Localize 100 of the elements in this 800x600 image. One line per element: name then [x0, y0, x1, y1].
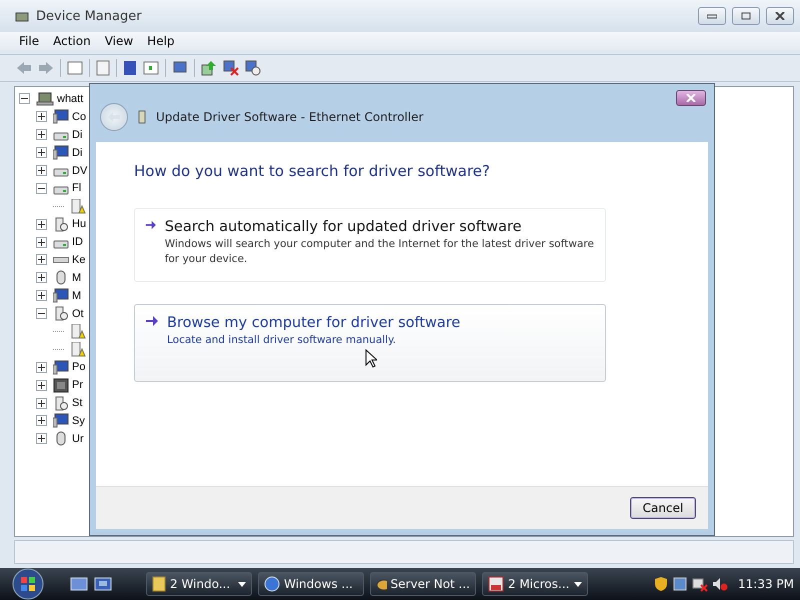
taskbar-button[interactable]: 2 Micros... — [482, 572, 588, 596]
maximize-icon — [741, 12, 751, 20]
switch-windows-icon[interactable] — [94, 576, 112, 592]
option-title: Search automatically for updated driver software — [164, 219, 523, 235]
expand-toggle[interactable] — [36, 272, 47, 284]
caret-icon — [238, 582, 246, 586]
computer-icon — [53, 360, 69, 375]
menu-item[interactable]: File — [14, 34, 44, 48]
taskbar-button[interactable]: Server Not ... — [370, 572, 476, 596]
tree-item[interactable]: Hu — [71, 218, 86, 230]
expand-toggle[interactable] — [36, 254, 47, 266]
close-button[interactable] — [676, 90, 706, 106]
computer-icon — [53, 288, 69, 304]
tree-item[interactable]: Fl — [71, 182, 82, 194]
update-driver-icon[interactable] — [201, 60, 217, 76]
expand-toggle[interactable] — [36, 236, 47, 248]
option-description: Windows will search your computer and the Internet for the latest driver software for your device. — [164, 237, 595, 267]
taskbar-button[interactable]: 2 Windo... — [146, 572, 252, 596]
expand-toggle[interactable] — [36, 362, 47, 373]
tree-item[interactable]: DV — [71, 164, 88, 176]
plus-icon — [38, 131, 45, 138]
dialog-title: Update Driver Software - Ethernet Controller — [156, 110, 424, 124]
tree-item[interactable]: Di — [71, 128, 82, 141]
tree-item[interactable]: Co — [71, 110, 86, 123]
menu-item[interactable]: View — [100, 34, 138, 48]
close-icon — [775, 12, 785, 20]
expand-toggle[interactable] — [36, 290, 47, 302]
cancel-button[interactable]: Cancel — [630, 497, 696, 519]
mouse-cursor-icon — [365, 349, 377, 368]
clock[interactable]: 11:33 PM — [738, 577, 794, 591]
chip-icon — [53, 378, 69, 393]
tree-item[interactable]: St — [71, 397, 82, 410]
warning-device-icon — [70, 198, 86, 214]
expand-toggle[interactable] — [36, 380, 47, 391]
device-icon — [53, 396, 69, 411]
plus-icon — [38, 238, 45, 246]
plus-icon — [38, 220, 45, 228]
taskbar-button[interactable]: Windows ... — [258, 572, 364, 596]
tree-item[interactable]: Ke — [71, 254, 86, 266]
tree-item[interactable]: Po — [71, 361, 86, 374]
tree-item[interactable]: Di — [71, 146, 82, 159]
expand-toggle[interactable] — [36, 415, 47, 426]
menu-item[interactable]: Action — [48, 34, 96, 48]
network-disconnected-icon[interactable] — [692, 576, 708, 592]
warning-device-icon — [70, 324, 86, 340]
tree-item[interactable]: Ot — [71, 308, 84, 320]
tree-item[interactable]: whatt — [56, 92, 84, 105]
collapse-toggle[interactable] — [36, 182, 47, 194]
option-link[interactable]: Search automatically for updated driver software Windows will search your computer and the Internet for the latest driver software for your device. — [134, 208, 606, 282]
tree-item[interactable]: Ur — [71, 432, 84, 445]
expand-toggle[interactable] — [36, 398, 47, 409]
close-button[interactable] — [766, 7, 794, 25]
plus-icon — [38, 435, 45, 442]
plus-icon — [38, 113, 45, 120]
computer-icon — [53, 413, 69, 428]
app-icon — [488, 576, 504, 592]
warning-device-icon — [70, 342, 86, 357]
expand-toggle[interactable] — [36, 165, 47, 176]
close-icon — [686, 94, 696, 102]
plus-icon — [38, 274, 45, 282]
minimize-icon — [707, 13, 717, 19]
computer-icon — [53, 109, 69, 124]
expand-toggle[interactable] — [36, 129, 47, 140]
option-title: Browse my computer for driver software — [167, 315, 460, 331]
device-icon — [53, 306, 69, 322]
collapse-toggle[interactable] — [36, 308, 47, 320]
plus-icon — [38, 364, 45, 371]
plus-icon — [38, 400, 45, 407]
arrow-icon — [145, 219, 157, 231]
shield-icon[interactable] — [654, 576, 668, 592]
tree-item[interactable]: Sy — [71, 414, 85, 427]
expand-toggle[interactable] — [36, 147, 47, 158]
computer-icon — [53, 145, 69, 160]
option-description: Locate and install driver software manually. — [167, 333, 398, 348]
plus-icon — [38, 149, 45, 156]
menu-item[interactable]: Help — [142, 34, 180, 48]
dialog-heading: How do you want to search for driver software? — [134, 162, 491, 180]
speaker-muted-icon[interactable] — [712, 576, 728, 592]
expand-toggle[interactable] — [36, 218, 47, 230]
collapse-toggle[interactable] — [19, 93, 30, 104]
folder-icon — [152, 576, 166, 592]
device-icon — [53, 216, 69, 232]
tree-item[interactable]: M — [71, 290, 82, 302]
plus-icon — [38, 256, 45, 264]
option-link[interactable]: Browse my computer for driver software Locate and install driver software manually. — [134, 304, 606, 382]
plus-icon — [38, 292, 45, 300]
expand-toggle[interactable] — [36, 433, 47, 444]
caret-icon — [574, 582, 582, 586]
maximize-button[interactable] — [732, 7, 760, 25]
minimize-button[interactable] — [698, 7, 726, 25]
expand-toggle[interactable] — [36, 111, 47, 122]
arrow-icon — [145, 315, 159, 327]
uninstall-device-icon[interactable] — [245, 60, 261, 76]
tree-item[interactable]: ID — [71, 236, 83, 248]
keyboard-icon — [53, 256, 69, 263]
plus-icon — [38, 382, 45, 389]
tree-item[interactable]: Pr — [71, 379, 83, 392]
disable-device-icon[interactable] — [223, 60, 239, 76]
show-desktop-icon[interactable] — [70, 576, 88, 592]
tree-item[interactable]: M — [71, 272, 82, 284]
